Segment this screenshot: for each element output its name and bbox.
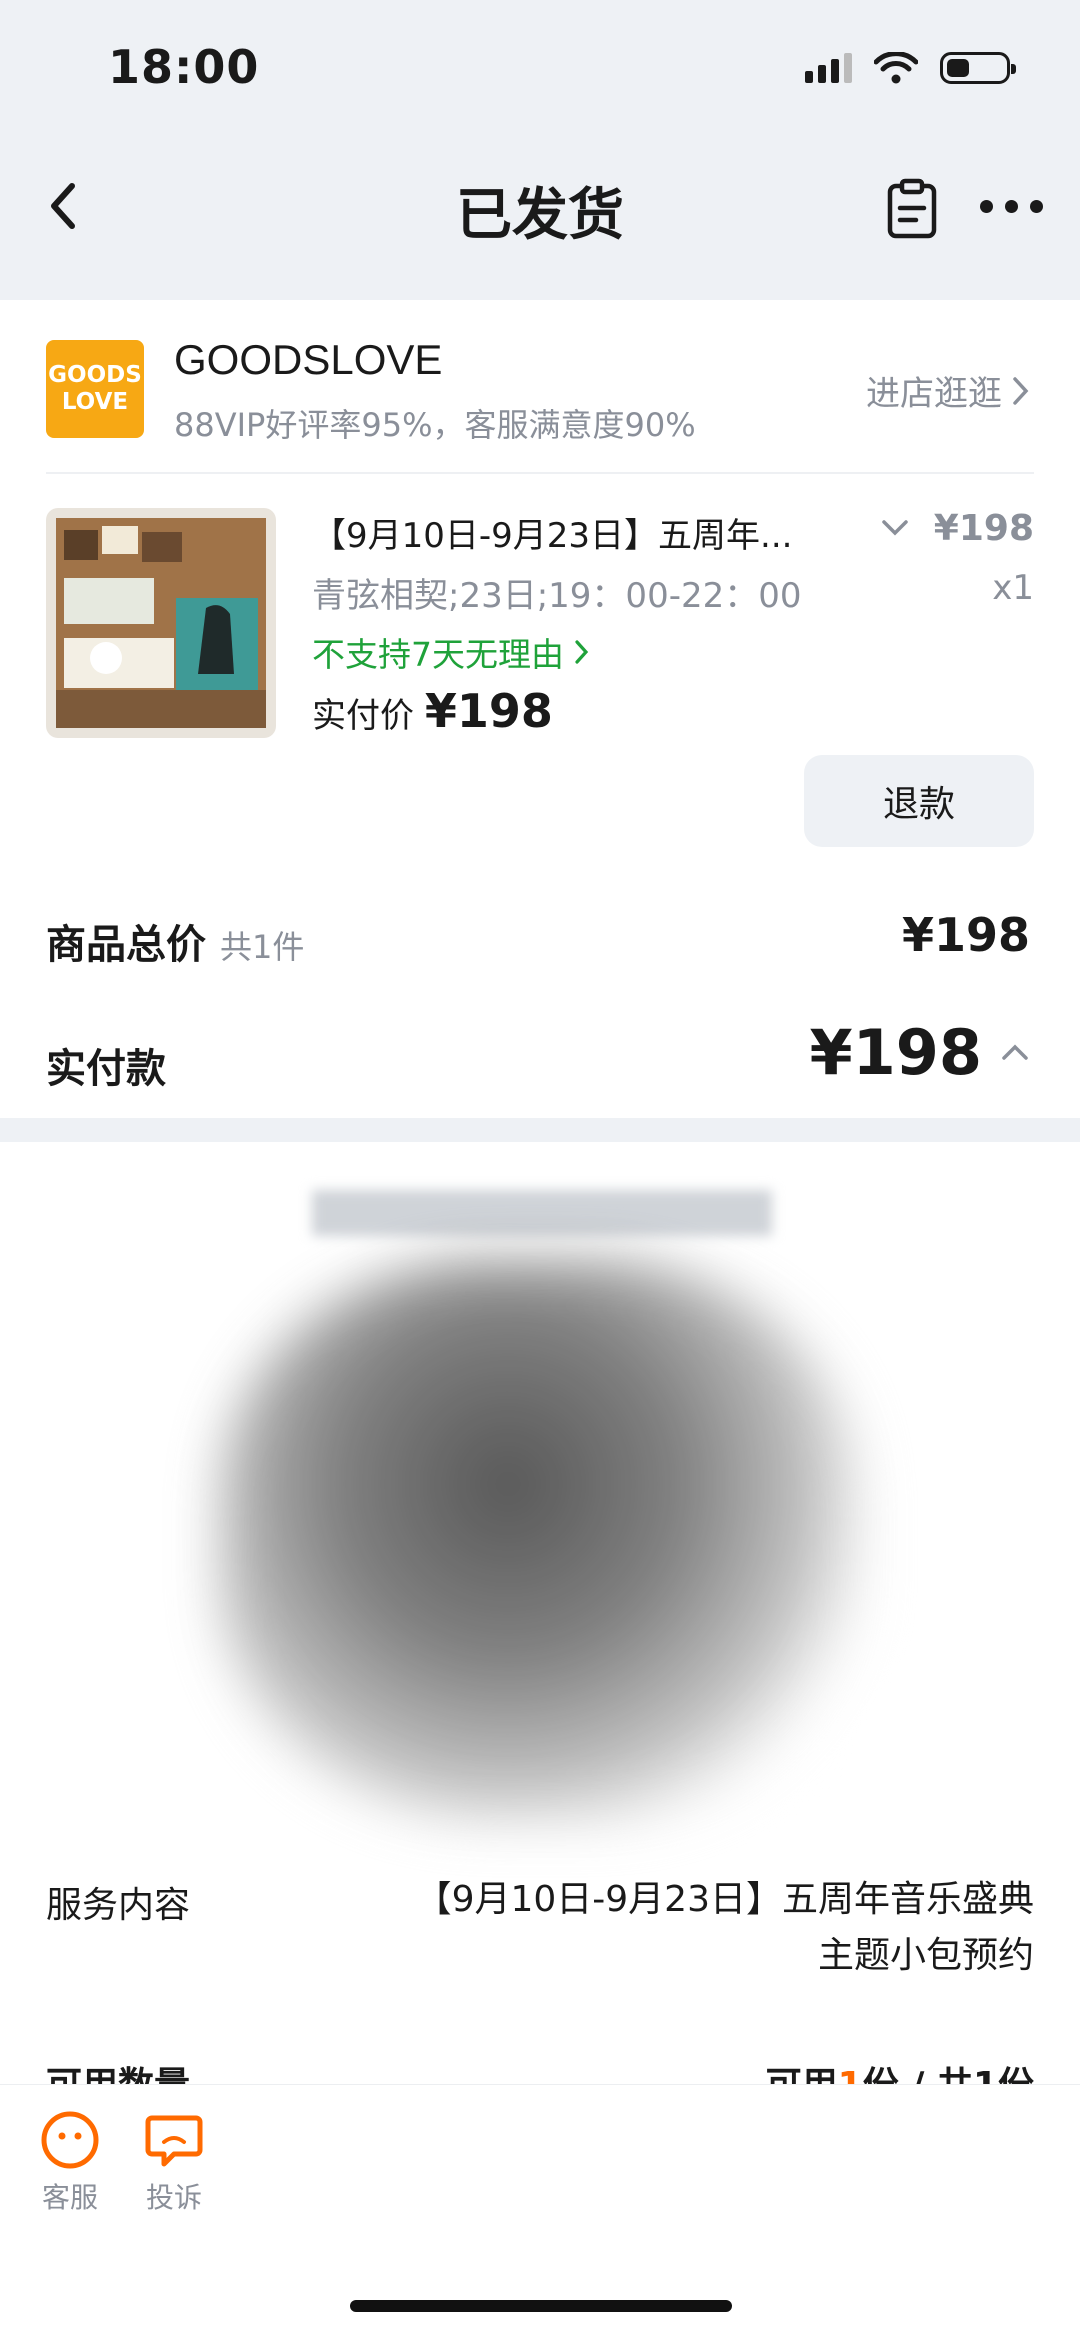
actual-paid-toggle[interactable]: ¥198 xyxy=(809,1016,1030,1089)
product-price: ¥198 xyxy=(933,508,1034,549)
refund-button[interactable]: 退款 xyxy=(804,755,1034,847)
clipboard-icon[interactable] xyxy=(884,178,940,240)
battery-icon xyxy=(940,52,1016,84)
wifi-icon xyxy=(874,52,918,84)
total-price-label: 商品总价 xyxy=(46,922,206,968)
service-content-label: 服务内容 xyxy=(46,1885,191,1926)
complaint-button[interactable]: 投诉 xyxy=(124,2110,224,2216)
product-title[interactable]: 【9月10日-9月23日】五周年... xyxy=(312,508,792,557)
total-price-value: ¥198 xyxy=(901,908,1030,962)
paid-price-label: 实付价 xyxy=(312,696,414,736)
complaint-icon xyxy=(145,2115,203,2167)
cellular-signal-icon xyxy=(805,53,852,83)
chevron-right-icon xyxy=(575,640,589,664)
chevron-up-icon xyxy=(1002,1044,1028,1060)
divider xyxy=(46,472,1034,474)
status-icons xyxy=(805,52,1016,84)
return-policy-link[interactable]: 不支持7天无理由 xyxy=(312,628,590,676)
actual-paid-label: 实付款 xyxy=(46,1046,166,1092)
redacted-text xyxy=(312,1190,772,1236)
chevron-down-icon[interactable] xyxy=(880,516,910,540)
paid-price-value: ¥198 xyxy=(424,684,553,738)
enter-store-link[interactable]: 进店逛逛 xyxy=(866,366,1030,415)
product-paid-price: 实付价 ¥198 xyxy=(312,684,553,738)
store-logo-text-top: GOODS xyxy=(48,362,142,388)
status-time: 18:00 xyxy=(108,40,260,94)
total-price-row: 商品总价 共1件 xyxy=(46,912,304,970)
enter-store-label: 进店逛逛 xyxy=(866,374,1002,414)
customer-service-button[interactable]: 客服 xyxy=(20,2110,120,2216)
service-content-value: 【9月10日-9月23日】五周年音乐盛典主题小包预约 xyxy=(415,1879,1034,1976)
store-name[interactable]: GOODSLOVE xyxy=(174,336,442,384)
store-rating: 88VIP好评率95%，客服满意度90% xyxy=(174,406,696,444)
home-indicator[interactable] xyxy=(350,2300,732,2312)
complaint-label: 投诉 xyxy=(145,2181,202,2214)
customer-service-label: 客服 xyxy=(41,2181,98,2214)
chevron-right-icon xyxy=(1013,376,1029,405)
total-count: 共1件 xyxy=(220,928,305,966)
actual-paid-value: ¥198 xyxy=(809,1016,982,1089)
store-logo-text-bottom: LOVE xyxy=(61,389,129,415)
product-quantity: x1 xyxy=(992,568,1034,608)
store-logo[interactable]: GOODS LOVE xyxy=(46,340,144,438)
return-policy-text: 不支持7天无理由 xyxy=(312,635,564,674)
product-sku: 青弦相契;23日;19：00-22：00 xyxy=(312,576,802,616)
product-thumbnail[interactable] xyxy=(46,508,276,738)
more-dots-icon[interactable] xyxy=(980,200,1043,213)
redacted-qr-code xyxy=(220,1260,860,1820)
customer-service-icon xyxy=(41,2111,99,2169)
